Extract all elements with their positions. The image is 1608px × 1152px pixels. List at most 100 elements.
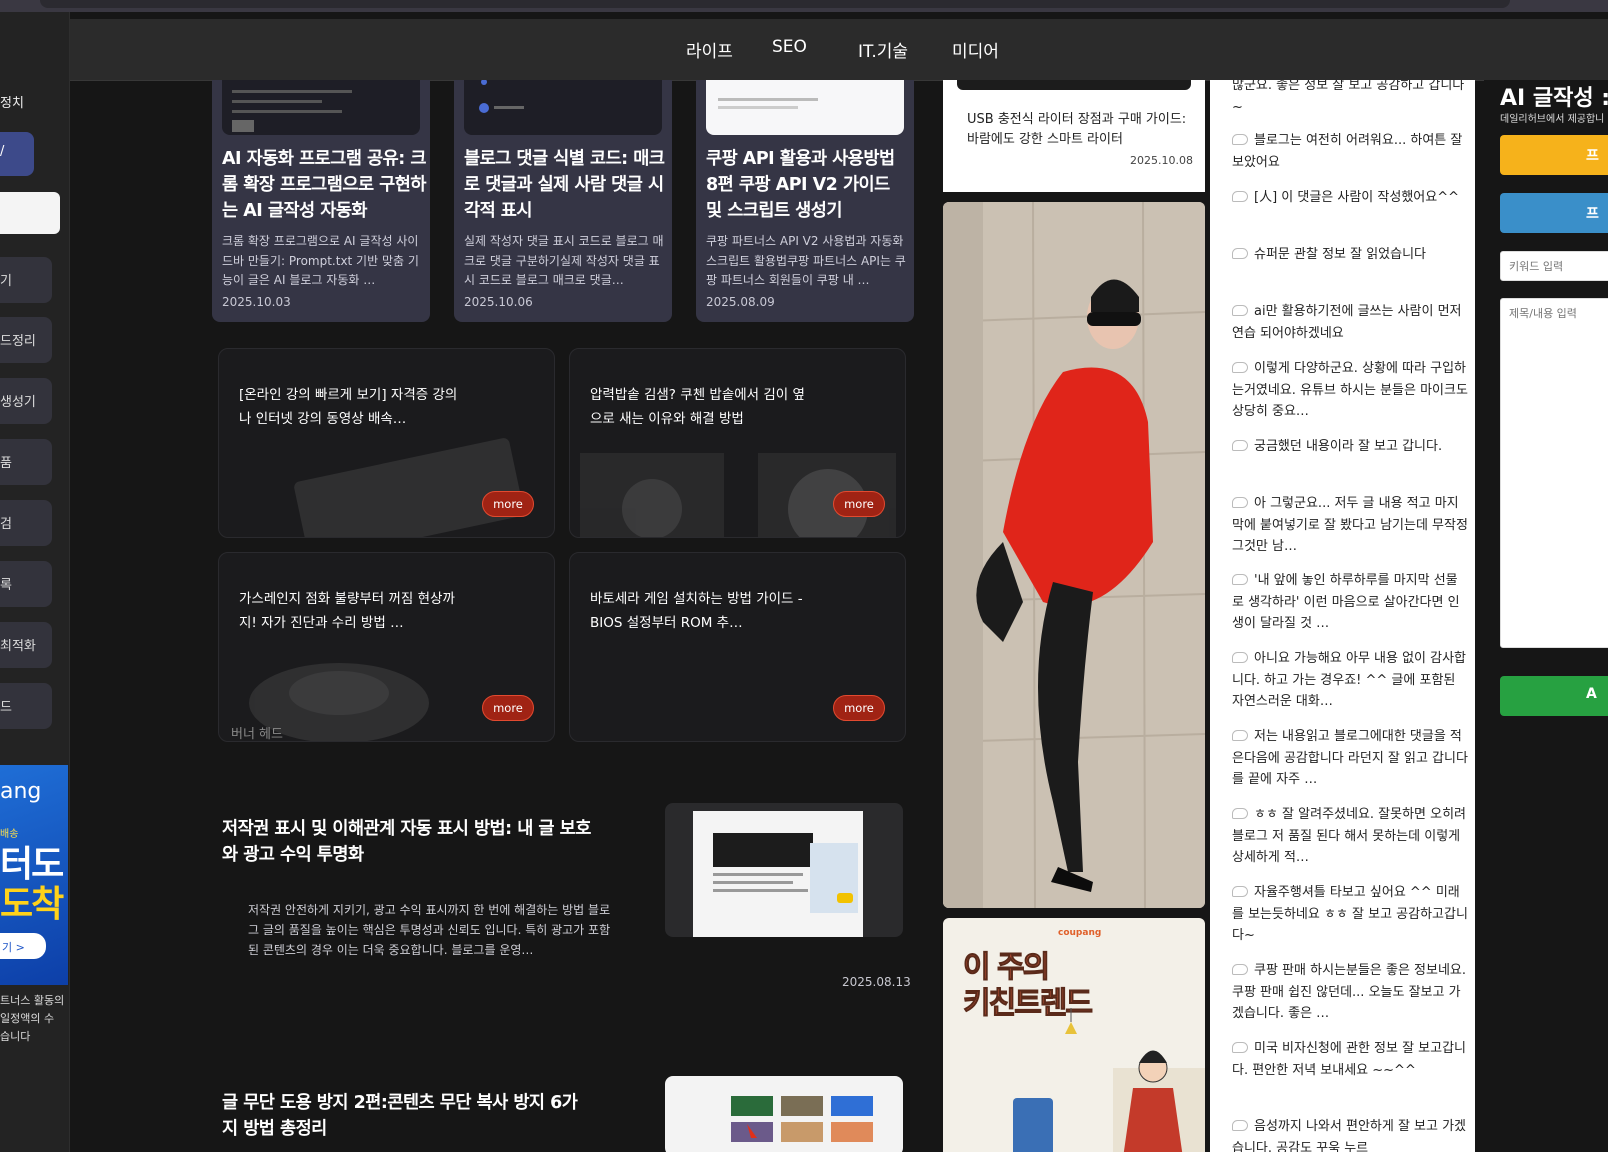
comment-item[interactable]: [人] 이 댓글은 사람이 작성했어요^^ <box>1232 187 1468 231</box>
panel-subtitle: 데일리허브에서 제공합니 <box>1500 114 1605 125</box>
nav-item-seo[interactable]: SEO <box>772 37 807 57</box>
yellow-action-button[interactable]: 프 <box>1500 135 1608 175</box>
comment-item[interactable]: 블로그는 여전히 어려워요... 하여튼 잘 보았어요 <box>1232 130 1468 174</box>
banner-line2: 도착 <box>0 884 64 925</box>
featured-tile[interactable]: 압력밥솥 김샘? 쿠첸 밥솥에서 김이 옆으로 새는 이유와 해결 방법 mor… <box>569 348 906 538</box>
post-excerpt: 쿠팡 파트너스 API V2 사용법과 자동화 스크립트 활용법쿠팡 파트너스 … <box>706 234 906 287</box>
comment-item[interactable]: ai만 활용하기전에 글쓰는 사람이 먼저 연습 되어야하겠네요 <box>1232 301 1468 345</box>
comment-text: 블로그는 여전히 어려워요... 하여튼 잘 보았어요 <box>1232 133 1463 170</box>
more-button[interactable]: more <box>833 491 885 517</box>
post-title: 블로그 댓글 식별 코드: 매크로 댓글과 실제 사람 댓글 시각적 표시 <box>464 149 665 221</box>
sidebar-search-box[interactable] <box>0 192 60 234</box>
post-card[interactable]: 블로그 댓글 식별 코드: 매크로 댓글과 실제 사람 댓글 시각적 표시 실제… <box>454 80 672 322</box>
featured-tile[interactable]: 바토세라 게임 설치하는 방법 가이드 - BIOS 설정부터 ROM 추… m… <box>569 552 906 742</box>
comment-item[interactable]: 음성까지 나와서 편안하게 잘 보고 가겠습니다. 공감도 꾸욱 누르 <box>1232 1116 1468 1152</box>
sidebar-item[interactable]: 생성기 <box>0 378 52 424</box>
coupang-kitchen-ad[interactable]: coupang 이 주의 키친트렌드 <box>943 918 1205 1152</box>
comment-text: 아 그렇군요... 저두 글 내용 적고 마지막에 붙여넣기로 잘 봤다고 남기… <box>1232 496 1468 554</box>
comment-text: 미국 비자신청에 관한 정보 잘 보고갑니다. 편안한 저녁 보내세요 ~~^^ <box>1232 1041 1467 1078</box>
post-date: 2025.08.09 <box>706 295 775 309</box>
sidebar-item-active[interactable]: / <box>0 132 34 176</box>
kitchen-illustration <box>1013 1008 1205 1152</box>
address-bar[interactable] <box>40 0 1510 8</box>
comment-item[interactable]: 아 그렇군요... 저두 글 내용 적고 마지막에 붙여넣기로 잘 봤다고 남기… <box>1232 493 1468 558</box>
comment-item[interactable]: 이렇게 다양하군요. 상황에 따라 구입하는거였네요. 유튜브 하시는 분들은 … <box>1232 358 1468 423</box>
speech-bubble-icon <box>1232 964 1248 975</box>
comment-item[interactable]: 아니요 가능해요 아무 내용 없이 감사합니다. 하고 가는 경우죠! ^^ 글… <box>1232 648 1468 713</box>
featured-tile[interactable]: 가스레인지 점화 불량부터 꺼짐 현상까지! 자가 진단과 수리 방법 … 버너… <box>218 552 555 742</box>
featured-tile[interactable]: [온라인 강의 빠르게 보기] 자격증 강의나 인터넷 강의 동영상 배속… m… <box>218 348 555 538</box>
sidebar-item-label: 기 <box>0 274 12 289</box>
comment-item[interactable]: 많군요. 좋은 정보 잘 보고 공감하고 갑니다~ <box>1232 80 1468 119</box>
more-button[interactable]: more <box>482 695 534 721</box>
sidebar-item-label: 최적화 <box>0 639 36 654</box>
tile-title: 바토세라 게임 설치하는 방법 가이드 - BIOS 설정부터 ROM 추… <box>590 591 803 631</box>
speech-bubble-icon <box>1232 497 1248 508</box>
post-card[interactable]: AI 자동화 프로그램 공유: 크롬 확장 프로그램으로 구현하는 AI 글작성… <box>212 80 430 322</box>
article-thumbnail[interactable] <box>665 803 903 937</box>
sidebar-item-label: 생성기 <box>0 395 36 410</box>
comment-item[interactable]: 궁금했던 내용이라 잘 보고 갑니다. <box>1232 436 1468 480</box>
comment-text: '내 앞에 놓인 하루하루를 마지막 선물로 생각하라' 이런 마음으로 살아간… <box>1232 573 1460 631</box>
page: 정치 / 기 드정리 생성기 품 검 록 최적화 드 ang 배송 터도 도착 … <box>0 0 1608 1152</box>
comment-item[interactable]: 저는 내용읽고 블로그에대한 댓글을 적은다음에 공감합니다 라던지 잘 읽고 … <box>1232 726 1468 791</box>
fashion-photo <box>943 202 1205 908</box>
banner-brand: ang <box>0 779 42 804</box>
tile-title: 압력밥솥 김샘? 쿠첸 밥솥에서 김이 옆으로 새는 이유와 해결 방법 <box>590 387 805 427</box>
left-sidebar: 정치 / 기 드정리 생성기 품 검 록 최적화 드 ang 배송 터도 도착 … <box>0 12 70 1152</box>
browser-top-strip <box>0 0 1608 12</box>
comment-text: [人] 이 댓글은 사람이 작성했어요^^ <box>1254 190 1459 205</box>
sidebar-item[interactable]: 드정리 <box>0 317 52 363</box>
more-button[interactable]: more <box>482 491 534 517</box>
affiliate-note-line: 습니다 <box>0 1030 31 1043</box>
comment-text: ai만 활용하기전에 글쓰는 사람이 먼저 연습 되어야하겠네요 <box>1232 304 1462 341</box>
banner-button[interactable]: 기 > <box>0 933 46 959</box>
sidebar-item[interactable]: 품 <box>0 439 52 485</box>
post-card[interactable]: 쿠팡 API 활용과 사용방법 8편 쿠팡 API V2 가이드 및 스크립트 … <box>696 80 914 322</box>
speech-bubble-icon <box>1232 1042 1248 1053</box>
fashion-photo-ad[interactable] <box>943 202 1205 908</box>
speech-bubble-icon <box>1232 191 1248 202</box>
nav-item-it[interactable]: IT.기술 <box>858 37 908 62</box>
sidebar-item[interactable]: 검 <box>0 500 52 546</box>
content-textarea[interactable] <box>1500 298 1608 648</box>
nav-item-life[interactable]: 라이프 <box>686 37 733 62</box>
ad-image-strip <box>957 80 1191 90</box>
comment-item[interactable]: 미국 비자신청에 관한 정보 잘 보고갑니다. 편안한 저녁 보내세요 ~~^^ <box>1232 1038 1468 1103</box>
article-thumbnail[interactable] <box>665 1076 903 1152</box>
coupang-banner-ad[interactable]: ang 배송 터도 도착 기 > <box>0 765 68 985</box>
speech-bubble-icon <box>1232 362 1248 373</box>
ai-writer-panel: AI 글작성 : 데일리허브에서 제공합니 프 프 A <box>1484 80 1608 1152</box>
comment-item[interactable]: 자율주행셔틀 타보고 싶어요 ^^ 미래를 보는듯하네요 ㅎㅎ 잘 보고 공감하… <box>1232 882 1468 947</box>
article-date: 2025.08.13 <box>842 975 911 989</box>
tile-title: [온라인 강의 빠르게 보기] 자격증 강의나 인터넷 강의 동영상 배속… <box>239 387 458 427</box>
comment-item[interactable]: 쿠팡 판매 하시는분들은 좋은 정보네요. 쿠팡 판매 쉽진 않던데... 오늘… <box>1232 960 1468 1025</box>
comment-text: 슈퍼문 관찰 정보 잘 읽었습니다 <box>1254 247 1427 262</box>
comment-item[interactable]: '내 앞에 놓인 하루하루를 마지막 선물로 생각하라' 이런 마음으로 살아간… <box>1232 570 1468 635</box>
post-date: 2025.10.03 <box>222 295 291 309</box>
comment-item[interactable]: 슈퍼문 관찰 정보 잘 읽었습니다 <box>1232 244 1468 288</box>
comment-item[interactable]: ㅎㅎ 잘 알려주셨네요. 잘못하면 오히려 블로그 저 품질 된다 해서 못하는… <box>1232 804 1468 869</box>
affiliate-note-line: 일정액의 수 <box>0 1012 55 1025</box>
product-ad-card[interactable]: USB 충전식 라이터 장점과 구매 가이드: 바람에도 강한 스마트 라이터 … <box>943 80 1205 192</box>
blue-action-button[interactable]: 프 <box>1500 193 1608 233</box>
nav-item-media[interactable]: 미디어 <box>952 37 999 62</box>
sidebar-item[interactable]: 록 <box>0 561 52 607</box>
affiliate-note-line: 트너스 활동의 <box>0 994 65 1007</box>
keyword-input[interactable] <box>1500 251 1608 281</box>
green-generate-button[interactable]: A <box>1500 676 1608 716</box>
post-thumbnail <box>464 80 662 135</box>
ad-title: USB 충전식 라이터 장점과 구매 가이드: 바람에도 강한 스마트 라이터 <box>967 112 1187 147</box>
sidebar-item[interactable]: 최적화 <box>0 622 52 668</box>
more-button[interactable]: more <box>833 695 885 721</box>
sidebar-item-label: 품 <box>0 456 12 471</box>
thumbnail-graphic <box>718 98 818 109</box>
sidebar-item[interactable]: 드 <box>0 683 52 729</box>
sidebar-item-politics[interactable]: 정치 <box>0 92 24 111</box>
sidebar-item-label: 드 <box>0 700 12 715</box>
article-thumbnail-graphic <box>731 1096 873 1142</box>
comment-text: 쿠팡 판매 하시는분들은 좋은 정보네요. 쿠팡 판매 쉽진 않던데... 오늘… <box>1232 963 1467 1021</box>
speech-bubble-icon <box>1232 248 1248 259</box>
article-title: 저작권 표시 및 이해관계 자동 표시 방법: 내 글 보호와 광고 수익 투명… <box>222 819 591 865</box>
sidebar-item[interactable]: 기 <box>0 257 52 303</box>
